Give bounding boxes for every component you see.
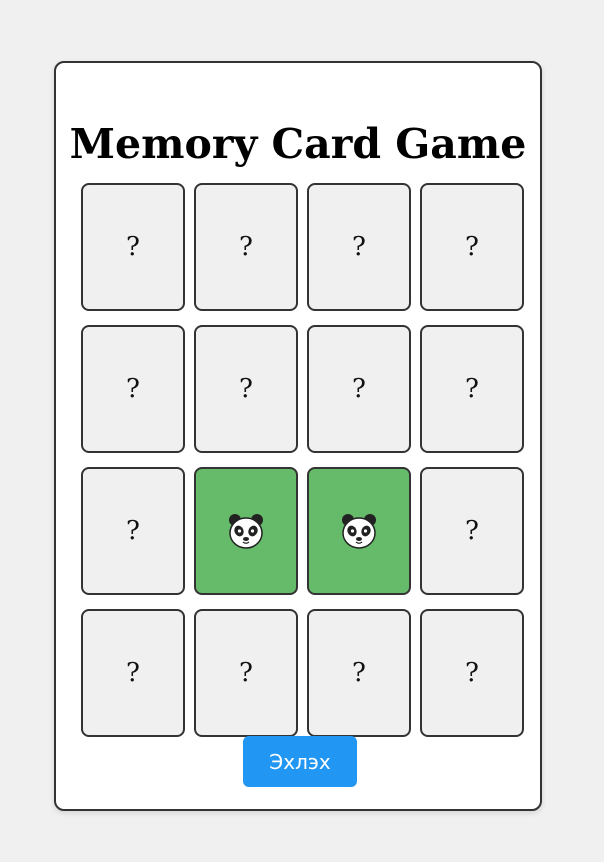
memory-card-matched[interactable] <box>307 467 411 595</box>
game-container: Memory Card Game ? ? ? ? ? ? ? ? ? ? ? ?… <box>54 61 542 811</box>
memory-card[interactable]: ? <box>420 183 524 311</box>
memory-card[interactable]: ? <box>81 325 185 453</box>
memory-card[interactable]: ? <box>81 183 185 311</box>
memory-card-matched[interactable] <box>194 467 298 595</box>
card-face: ? <box>126 374 140 404</box>
card-face: ? <box>126 516 140 546</box>
memory-card[interactable]: ? <box>307 325 411 453</box>
card-grid: ? ? ? ? ? ? ? ? ? ? ? ? ? ? <box>81 183 524 737</box>
memory-card[interactable]: ? <box>81 609 185 737</box>
panda-icon <box>229 514 263 549</box>
memory-card[interactable]: ? <box>307 609 411 737</box>
card-face: ? <box>352 232 366 262</box>
memory-card[interactable]: ? <box>194 325 298 453</box>
memory-card[interactable]: ? <box>194 183 298 311</box>
card-face: ? <box>126 232 140 262</box>
memory-card[interactable]: ? <box>194 609 298 737</box>
card-face: ? <box>352 658 366 688</box>
memory-card[interactable]: ? <box>307 183 411 311</box>
card-face: ? <box>465 516 479 546</box>
memory-card[interactable]: ? <box>420 467 524 595</box>
memory-card[interactable]: ? <box>420 325 524 453</box>
card-face: ? <box>352 374 366 404</box>
panda-icon <box>342 514 376 549</box>
card-face: ? <box>239 374 253 404</box>
start-button[interactable]: Эхлэх <box>243 736 357 787</box>
card-face: ? <box>465 232 479 262</box>
card-face: ? <box>465 658 479 688</box>
page-title: Memory Card Game <box>69 120 527 168</box>
card-face: ? <box>239 658 253 688</box>
memory-card[interactable]: ? <box>81 467 185 595</box>
card-face: ? <box>126 658 140 688</box>
card-face: ? <box>239 232 253 262</box>
memory-card[interactable]: ? <box>420 609 524 737</box>
card-face: ? <box>465 374 479 404</box>
